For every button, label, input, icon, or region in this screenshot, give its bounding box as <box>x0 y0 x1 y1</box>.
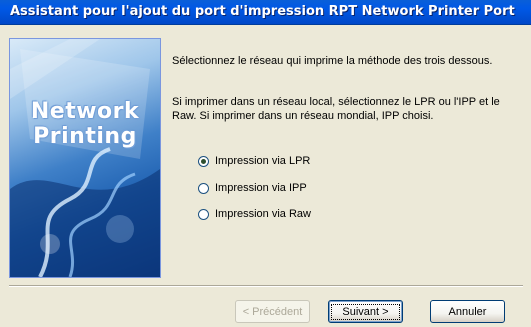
logo-text-network: Network <box>30 99 140 124</box>
window-title: Assistant pour l'ajout du port d'impress… <box>10 4 515 19</box>
radio-button-icon[interactable] <box>198 208 209 220</box>
radio-button-icon[interactable] <box>198 182 209 194</box>
next-button-label: Suivant > <box>331 303 400 320</box>
instruction-text: Sélectionnez le réseau qui imprime la mé… <box>172 55 493 67</box>
logo-text-printing: Printing <box>33 124 137 149</box>
instruction-detail-text: Si imprimer dans un réseau local, sélect… <box>172 96 500 122</box>
next-button[interactable]: Suivant > <box>328 300 403 323</box>
radio-option-raw[interactable]: Impression via Raw <box>198 207 311 221</box>
button-separator <box>9 285 523 287</box>
wizard-graphic-art <box>10 39 160 277</box>
radio-button-checked-icon[interactable] <box>198 155 209 167</box>
radio-option-ipp[interactable]: Impression via IPP <box>198 181 307 195</box>
radio-label-raw: Impression via Raw <box>215 208 311 220</box>
radio-option-lpr[interactable]: Impression via LPR <box>198 154 310 168</box>
radio-label-ipp: Impression via IPP <box>215 182 307 194</box>
title-bar[interactable]: Assistant pour l'ajout du port d'impress… <box>0 0 531 25</box>
radio-label-lpr: Impression via LPR <box>215 155 311 167</box>
cancel-button[interactable]: Annuler <box>430 300 505 323</box>
wizard-side-graphic: Network Printing <box>9 38 161 278</box>
previous-button[interactable]: < Précédent <box>235 300 310 323</box>
